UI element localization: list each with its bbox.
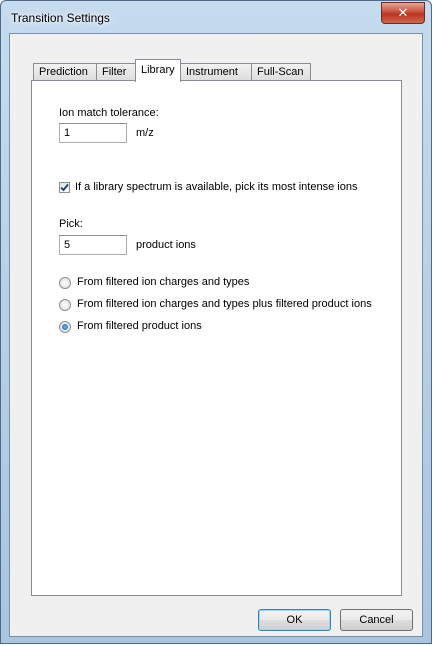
ion-match-tolerance-unit: m/z bbox=[136, 127, 154, 139]
pick-count-input[interactable]: 5 bbox=[59, 235, 127, 255]
ion-match-tolerance-input[interactable]: 1 bbox=[59, 123, 127, 143]
radio-filtered-ion-charges-types[interactable] bbox=[59, 277, 71, 289]
tab-full-scan[interactable]: Full-Scan bbox=[251, 63, 311, 81]
ok-button[interactable]: OK bbox=[258, 609, 331, 631]
radio-filtered-ion-charges-types-plus-product[interactable] bbox=[59, 299, 71, 311]
radio-selected-dot bbox=[62, 324, 68, 330]
checkmark-icon bbox=[60, 183, 69, 192]
tab-filter[interactable]: Filter bbox=[96, 63, 136, 81]
radio-label-filtered-ion-charges-types: From filtered ion charges and types bbox=[77, 276, 250, 288]
window-title: Transition Settings bbox=[11, 11, 110, 25]
radio-label-filtered-ion-charges-types-plus-product: From filtered ion charges and types plus… bbox=[77, 298, 372, 310]
ion-match-tolerance-label: Ion match tolerance: bbox=[59, 107, 159, 119]
pick-intense-ions-label: If a library spectrum is available, pick… bbox=[75, 181, 358, 193]
title-bar[interactable]: Transition Settings ✕ bbox=[1, 1, 431, 33]
pick-unit-label: product ions bbox=[136, 239, 196, 251]
close-button[interactable]: ✕ bbox=[381, 2, 425, 24]
radio-filtered-product-ions[interactable] bbox=[59, 321, 71, 333]
tab-instrument[interactable]: Instrument bbox=[180, 63, 252, 81]
pick-intense-ions-checkbox[interactable] bbox=[59, 182, 70, 193]
close-icon: ✕ bbox=[397, 5, 409, 21]
dialog-client-area: Prediction Filter Library Instrument Ful… bbox=[9, 33, 423, 637]
radio-label-filtered-product-ions: From filtered product ions bbox=[77, 320, 202, 332]
library-tab-panel: Ion match tolerance: 1 m/z If a library … bbox=[31, 80, 402, 596]
tab-library[interactable]: Library bbox=[135, 59, 181, 82]
tab-prediction[interactable]: Prediction bbox=[33, 63, 97, 81]
transition-settings-window: Transition Settings ✕ Prediction Filter … bbox=[0, 0, 432, 644]
pick-label: Pick: bbox=[59, 218, 83, 230]
cancel-button[interactable]: Cancel bbox=[340, 609, 413, 631]
